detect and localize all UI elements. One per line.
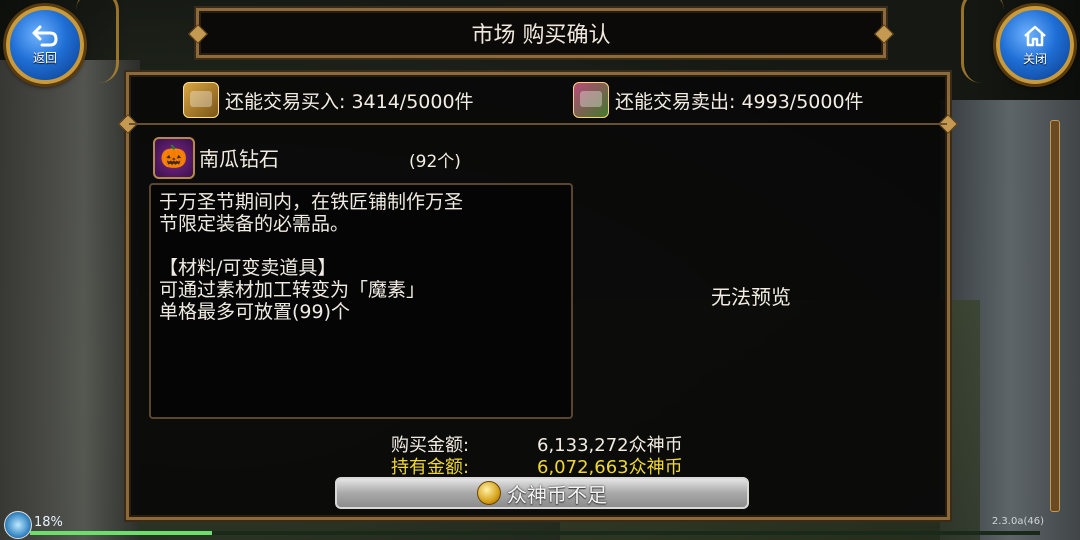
side-scrollbar[interactable] [1050,120,1060,512]
description-line: 【材料/可变卖道具】 [159,257,337,279]
held-amount-row: 持有金额: 6,072,663众神币 [391,453,683,479]
sell-limit-row: 还能交易卖出: 4993/5000件 [573,81,864,119]
title-diamond-left [188,24,208,44]
item-description-box: 于万圣节期间内，在铁匠铺制作万圣 节限定装备的必需品。 【材料/可变卖道具】 可… [149,183,573,419]
confirm-purchase-button[interactable]: 众神币不足 [335,477,749,509]
treasure-chest-icon [183,82,219,118]
background-wall-left [0,60,140,540]
divider [129,123,947,125]
back-arrow-icon [32,25,58,46]
preview-placeholder: 无法预览 [711,285,791,309]
close-label: 关闭 [1022,51,1047,66]
close-button[interactable]: 关闭 [996,6,1074,84]
description-line: 节限定装备的必需品。 [159,213,350,235]
item-name: 南瓜钻石 [199,147,279,171]
description-line [159,235,563,257]
title-diamond-right [874,24,894,44]
item-quantity: (92个) [409,152,461,172]
back-button[interactable]: 返回 [6,6,84,84]
description-line: 于万圣节期间内，在铁匠铺制作万圣 [159,191,464,213]
held-amount-value: 6,072,663众神币 [537,457,683,478]
buy-limit-text: 还能交易买入: 3414/5000件 [225,90,474,113]
coin-icon [477,481,501,505]
buy-limit-row: 还能交易买入: 3414/5000件 [183,81,474,119]
confirm-button-label: 众神币不足 [507,482,607,507]
merchant-stall-icon [573,82,609,118]
title-bar: 市场 购买确认 [188,8,894,58]
loading-icon [4,511,32,539]
progress-percent: 18% [34,515,63,530]
progress-fill [30,531,212,535]
pumpkin-icon: 🎃 [153,137,195,179]
home-icon [1024,25,1046,46]
version-label: 2.3.0a(46) [991,516,1044,527]
held-amount-label: 持有金额: [391,457,470,478]
page-title: 市场 购买确认 [471,23,611,48]
description-line: 可通过素材加工转变为「魔素」 [159,279,426,301]
description-line: 单格最多可放置(99)个 [159,301,351,323]
progress-bar [30,531,1040,535]
purchase-panel: 还能交易买入: 3414/5000件 还能交易卖出: 4993/5000件 🎃 … [118,72,958,520]
back-label: 返回 [32,50,57,65]
sell-limit-text: 还能交易卖出: 4993/5000件 [615,90,864,113]
